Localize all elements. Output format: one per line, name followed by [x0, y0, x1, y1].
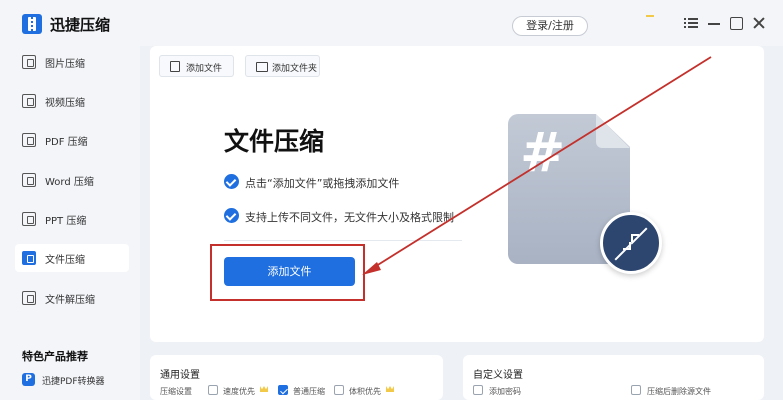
add-password-label: 添加密码	[489, 387, 521, 396]
sidebar-item-video-compress[interactable]: 视频压缩	[15, 87, 129, 115]
pdf-converter-link[interactable]: 迅捷PDF转换器	[42, 374, 105, 387]
vip-crown-icon	[260, 386, 268, 392]
divider	[224, 240, 462, 241]
login-register-button[interactable]: 登录/注册	[512, 16, 588, 36]
delete-source-label: 压缩后删除源文件	[647, 387, 711, 396]
sidebar-item-label: 文件解压缩	[45, 295, 95, 306]
sidebar-item-label: 文件压缩	[45, 255, 85, 266]
compress-setting-label: 压缩设置	[160, 387, 192, 396]
add-password-checkbox[interactable]	[473, 385, 483, 395]
size-priority-label: 体积优先	[349, 387, 381, 396]
sidebar-item-ppt-compress[interactable]: PPT 压缩	[15, 205, 129, 233]
image-icon	[22, 55, 36, 69]
speed-priority-checkbox[interactable]	[208, 385, 218, 395]
vip-crown-icon	[386, 386, 394, 392]
add-folder-toolbar-label: 添加文件夹	[272, 64, 318, 74]
add-file-toolbar-button[interactable]: 添加文件	[159, 55, 234, 77]
delete-source-checkbox[interactable]	[631, 385, 641, 395]
compress-arrows-icon	[600, 212, 662, 274]
add-folder-toolbar-button[interactable]: 添加文件夹	[245, 55, 320, 77]
file-compress-icon	[22, 251, 36, 265]
video-icon	[22, 94, 36, 108]
custom-settings-panel: 自定义设置 添加密码 压缩后删除源文件	[463, 355, 764, 400]
hash-icon: #	[520, 121, 566, 184]
feature-text: 点击“添加文件”或拖拽添加文件	[245, 177, 400, 190]
crown-icon[interactable]	[646, 15, 654, 19]
check-circle-icon	[224, 208, 239, 223]
custom-settings-title: 自定义设置	[473, 370, 523, 381]
sidebar-item-pdf-compress[interactable]: PDF 压缩	[15, 126, 129, 154]
pdf-converter-icon[interactable]: P	[22, 373, 35, 386]
check-circle-icon	[224, 174, 239, 189]
speed-priority-label: 速度优先	[223, 387, 255, 396]
ppt-icon	[22, 212, 36, 226]
main-panel: 添加文件 添加文件夹 文件压缩 点击“添加文件”或拖拽添加文件 支持上传不同文件…	[150, 46, 764, 342]
sidebar-item-label: 视频压缩	[45, 98, 85, 109]
add-file-toolbar-label: 添加文件	[186, 64, 223, 74]
feature-text: 支持上传不同文件，无文件大小及格式限制	[245, 211, 454, 224]
featured-products-heading: 特色产品推荐	[22, 350, 88, 363]
sidebar-item-image-compress[interactable]: 图片压缩	[15, 48, 129, 76]
app-logo-icon	[22, 14, 42, 34]
sidebar-item-file-compress[interactable]: 文件压缩	[15, 244, 129, 272]
sidebar-item-file-decompress[interactable]: 文件解压缩	[15, 284, 129, 312]
maximize-icon[interactable]	[729, 16, 743, 30]
sidebar-item-label: Word 压缩	[45, 177, 94, 188]
general-settings-title: 通用设置	[160, 370, 200, 381]
file-decompress-icon	[22, 291, 36, 305]
title-bar: 迅捷压缩 登录/注册	[0, 0, 783, 46]
sidebar-item-label: 图片压缩	[45, 59, 85, 70]
word-icon	[22, 173, 36, 187]
add-file-button[interactable]: 添加文件	[224, 257, 355, 286]
sidebar-item-word-compress[interactable]: Word 压缩	[15, 166, 129, 194]
menu-icon[interactable]	[684, 16, 698, 30]
page-title: 文件压缩	[224, 127, 325, 156]
sidebar-item-label: PDF 压缩	[45, 137, 88, 148]
size-priority-checkbox[interactable]	[334, 385, 344, 395]
normal-compress-checkbox[interactable]	[278, 385, 288, 395]
app-title: 迅捷压缩	[50, 16, 111, 34]
sidebar: 图片压缩 视频压缩 PDF 压缩 Word 压缩 PPT 压缩 文件压缩 文件解…	[0, 46, 140, 400]
pdf-icon	[22, 133, 36, 147]
minimize-icon[interactable]	[707, 16, 721, 30]
general-settings-panel: 通用设置 压缩设置 速度优先 普通压缩 体积优先	[150, 355, 443, 400]
close-icon[interactable]	[752, 16, 766, 30]
normal-compress-label: 普通压缩	[293, 387, 325, 396]
folder-icon	[256, 62, 268, 72]
sidebar-item-label: PPT 压缩	[45, 216, 87, 227]
add-file-icon	[170, 61, 180, 72]
